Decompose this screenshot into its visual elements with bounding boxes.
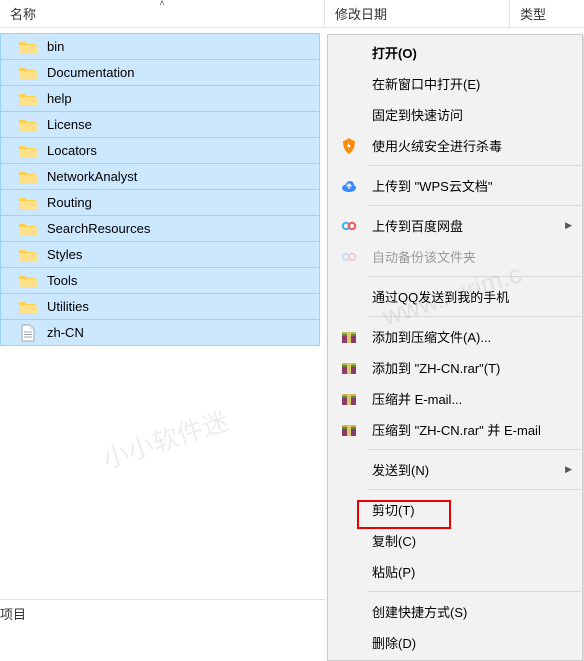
file-row[interactable]: Routing — [0, 189, 320, 216]
menu-open-new-window[interactable]: 在新窗口中打开(E) — [328, 68, 582, 99]
col-header-type[interactable]: 类型 — [510, 0, 584, 27]
menu-rar-add[interactable]: 添加到压缩文件(A)... — [328, 321, 582, 352]
file-name-label: Documentation — [47, 65, 134, 80]
menu-upload-wps[interactable]: 上传到 "WPS云文档" — [328, 170, 582, 201]
file-name-label: Routing — [47, 195, 92, 210]
file-name-label: bin — [47, 39, 64, 54]
col-header-name[interactable]: 名称 ˄ — [0, 0, 325, 27]
col-name-label: 名称 — [10, 4, 36, 23]
file-name-label: zh-CN — [47, 325, 84, 340]
menu-delete[interactable]: 删除(D) — [328, 627, 582, 658]
folder-icon — [19, 118, 37, 132]
column-headers: 名称 ˄ 修改日期 类型 — [0, 0, 584, 28]
file-row[interactable]: Utilities — [0, 293, 320, 320]
menu-rar-add-named-label: 添加到 "ZH-CN.rar"(T) — [372, 358, 500, 377]
folder-icon — [19, 170, 37, 184]
context-menu: 打开(O) 在新窗口中打开(E) 固定到快速访问 使用火绒安全进行杀毒 上传到 … — [327, 34, 583, 661]
menu-rar-add-named[interactable]: 添加到 "ZH-CN.rar"(T) — [328, 352, 582, 383]
menu-separator — [368, 205, 581, 206]
menu-open-new-window-label: 在新窗口中打开(E) — [372, 74, 480, 93]
menu-shortcut-label: 创建快捷方式(S) — [372, 602, 467, 621]
menu-open[interactable]: 打开(O) — [328, 37, 582, 68]
menu-upload-baidu[interactable]: 上传到百度网盘 — [328, 210, 582, 241]
file-row[interactable]: License — [0, 111, 320, 138]
col-header-date[interactable]: 修改日期 — [325, 0, 510, 27]
file-name-label: help — [47, 91, 72, 106]
file-row[interactable]: SearchResources — [0, 215, 320, 242]
menu-separator — [368, 489, 581, 490]
menu-separator — [368, 316, 581, 317]
menu-copy-label: 复制(C) — [372, 531, 416, 550]
file-icon — [21, 324, 35, 342]
file-row[interactable]: NetworkAnalyst — [0, 163, 320, 190]
file-row[interactable]: help — [0, 85, 320, 112]
folder-icon — [19, 274, 37, 288]
folder-icon — [19, 144, 37, 158]
file-row[interactable]: Styles — [0, 241, 320, 268]
folder-icon — [19, 40, 37, 54]
baidu-cloud-icon — [340, 217, 358, 235]
folder-icon — [19, 248, 37, 262]
folder-icon — [19, 196, 37, 210]
col-type-label: 类型 — [520, 4, 546, 23]
folder-icon — [19, 66, 37, 80]
menu-auto-backup: 自动备份该文件夹 — [328, 241, 582, 272]
menu-huorong-label: 使用火绒安全进行杀毒 — [372, 136, 502, 155]
sort-ascending-icon: ˄ — [159, 0, 164, 8]
menu-create-shortcut[interactable]: 创建快捷方式(S) — [328, 596, 582, 627]
menu-rar-email[interactable]: 压缩并 E-mail... — [328, 383, 582, 414]
file-row[interactable]: zh-CN — [0, 319, 320, 346]
menu-send-qq[interactable]: 通过QQ发送到我的手机 — [328, 281, 582, 312]
menu-send-to[interactable]: 发送到(N) — [328, 454, 582, 485]
winrar-icon — [340, 359, 358, 377]
file-name-label: Tools — [47, 273, 77, 288]
menu-send-to-label: 发送到(N) — [372, 460, 429, 479]
file-row[interactable]: Locators — [0, 137, 320, 164]
file-name-label: Styles — [47, 247, 82, 262]
watermark: 小小软件迷 — [97, 401, 232, 476]
menu-qq-label: 通过QQ发送到我的手机 — [372, 287, 509, 306]
folder-icon — [19, 222, 37, 236]
menu-wps-label: 上传到 "WPS云文档" — [372, 176, 492, 195]
menu-backup-label: 自动备份该文件夹 — [372, 247, 476, 266]
huorong-icon — [340, 137, 358, 155]
file-name-label: Utilities — [47, 299, 89, 314]
col-date-label: 修改日期 — [335, 4, 387, 23]
menu-pin-quick-access[interactable]: 固定到快速访问 — [328, 99, 582, 130]
menu-paste-label: 粘贴(P) — [372, 562, 415, 581]
winrar-icon — [340, 421, 358, 439]
menu-separator — [368, 276, 581, 277]
file-row[interactable]: Tools — [0, 267, 320, 294]
menu-copy[interactable]: 复制(C) — [328, 525, 582, 556]
folder-icon — [19, 300, 37, 314]
status-items-label: 项目 — [0, 604, 26, 623]
menu-rar-email-label: 压缩并 E-mail... — [372, 389, 462, 408]
menu-paste[interactable]: 粘贴(P) — [328, 556, 582, 587]
menu-separator — [368, 449, 581, 450]
menu-open-label: 打开(O) — [372, 43, 417, 62]
menu-cut-label: 剪切(T) — [372, 500, 415, 519]
menu-rar-email-named[interactable]: 压缩到 "ZH-CN.rar" 并 E-mail — [328, 414, 582, 445]
file-row[interactable]: bin — [0, 33, 320, 60]
file-name-label: Locators — [47, 143, 97, 158]
menu-delete-label: 删除(D) — [372, 633, 416, 652]
menu-separator — [368, 591, 581, 592]
winrar-icon — [340, 328, 358, 346]
file-name-label: SearchResources — [47, 221, 150, 236]
baidu-cloud-icon — [340, 248, 358, 266]
file-row[interactable]: Documentation — [0, 59, 320, 86]
file-name-label: License — [47, 117, 92, 132]
menu-rar-add-label: 添加到压缩文件(A)... — [372, 327, 491, 346]
winrar-icon — [340, 390, 358, 408]
menu-separator — [368, 165, 581, 166]
menu-huorong-scan[interactable]: 使用火绒安全进行杀毒 — [328, 130, 582, 161]
menu-baidu-label: 上传到百度网盘 — [372, 216, 463, 235]
status-bar: 项目 — [0, 599, 325, 627]
folder-icon — [19, 92, 37, 106]
file-name-label: NetworkAnalyst — [47, 169, 137, 184]
menu-pin-label: 固定到快速访问 — [372, 105, 463, 124]
menu-rar-email-named-label: 压缩到 "ZH-CN.rar" 并 E-mail — [372, 420, 541, 439]
menu-cut[interactable]: 剪切(T) — [328, 494, 582, 525]
wps-cloud-icon — [340, 177, 358, 195]
